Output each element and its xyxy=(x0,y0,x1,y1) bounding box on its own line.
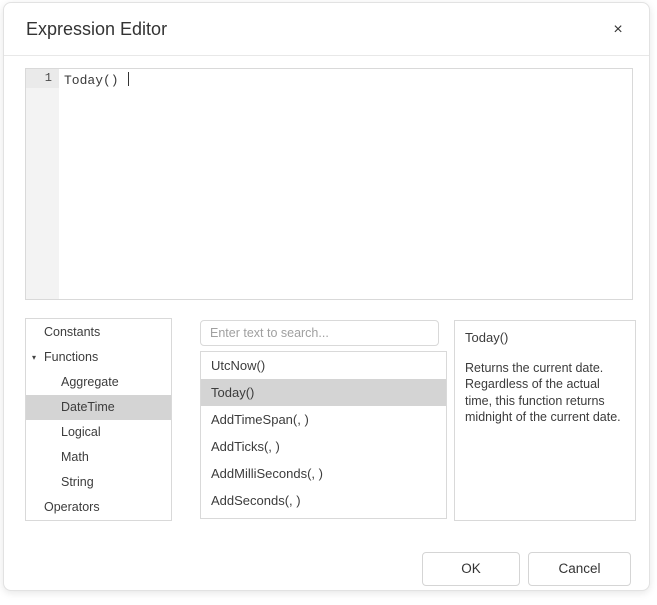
tree-item-logical[interactable]: Logical xyxy=(26,420,171,445)
function-list[interactable]: UtcNow() Today() AddTimeSpan(, ) AddTick… xyxy=(200,351,447,519)
code-line: Today() xyxy=(64,71,632,90)
function-description: Returns the current date. Regardless of … xyxy=(465,360,625,425)
expression-editor-dialog: Expression Editor × 1 Today() Constants … xyxy=(3,2,650,591)
list-item-addminutes[interactable]: AddMinutes(, ) xyxy=(201,514,446,519)
tree-item-datetime[interactable]: DateTime xyxy=(26,395,171,420)
tree-item-math[interactable]: Math xyxy=(26,445,171,470)
list-item-addtimespan[interactable]: AddTimeSpan(, ) xyxy=(201,406,446,433)
tree-item-operators[interactable]: Operators xyxy=(26,495,171,520)
tree-item-label: Functions xyxy=(44,350,98,364)
expression-code-editor: 1 Today() xyxy=(25,68,633,300)
tree-item-label: Aggregate xyxy=(61,375,119,389)
list-item-utcnow[interactable]: UtcNow() xyxy=(201,352,446,379)
function-signature: Today() xyxy=(465,330,625,345)
tree-item-functions[interactable]: ▾ Functions xyxy=(26,345,171,370)
tree-item-label: Logical xyxy=(61,425,101,439)
tree-item-label: Operators xyxy=(44,500,100,514)
line-number: 1 xyxy=(26,69,59,88)
dialog-header: Expression Editor × xyxy=(4,3,649,56)
code-input-area[interactable]: Today() xyxy=(59,69,632,299)
tree-item-constants[interactable]: Constants xyxy=(26,320,171,345)
cancel-button[interactable]: Cancel xyxy=(528,552,631,586)
category-tree: Constants ▾ Functions Aggregate DateTime… xyxy=(25,318,172,521)
tree-item-label: String xyxy=(61,475,94,489)
close-icon[interactable]: × xyxy=(605,17,631,43)
ok-button[interactable]: OK xyxy=(422,552,520,586)
search-input[interactable] xyxy=(200,320,439,346)
code-text: Today() xyxy=(64,73,119,88)
chevron-down-icon[interactable]: ▾ xyxy=(32,345,36,370)
tree-item-aggregate[interactable]: Aggregate xyxy=(26,370,171,395)
tree-item-label: DateTime xyxy=(61,400,115,414)
text-caret xyxy=(128,72,129,86)
list-item-addseconds[interactable]: AddSeconds(, ) xyxy=(201,487,446,514)
line-number-gutter: 1 xyxy=(26,69,59,299)
list-item-today[interactable]: Today() xyxy=(201,379,446,406)
list-item-addmilliseconds[interactable]: AddMilliSeconds(, ) xyxy=(201,460,446,487)
tree-item-label: Math xyxy=(61,450,89,464)
function-description-panel: Today() Returns the current date. Regard… xyxy=(454,320,636,521)
list-item-addticks[interactable]: AddTicks(, ) xyxy=(201,433,446,460)
tree-item-string[interactable]: String xyxy=(26,470,171,495)
dialog-title: Expression Editor xyxy=(26,19,167,40)
tree-item-label: Constants xyxy=(44,325,100,339)
